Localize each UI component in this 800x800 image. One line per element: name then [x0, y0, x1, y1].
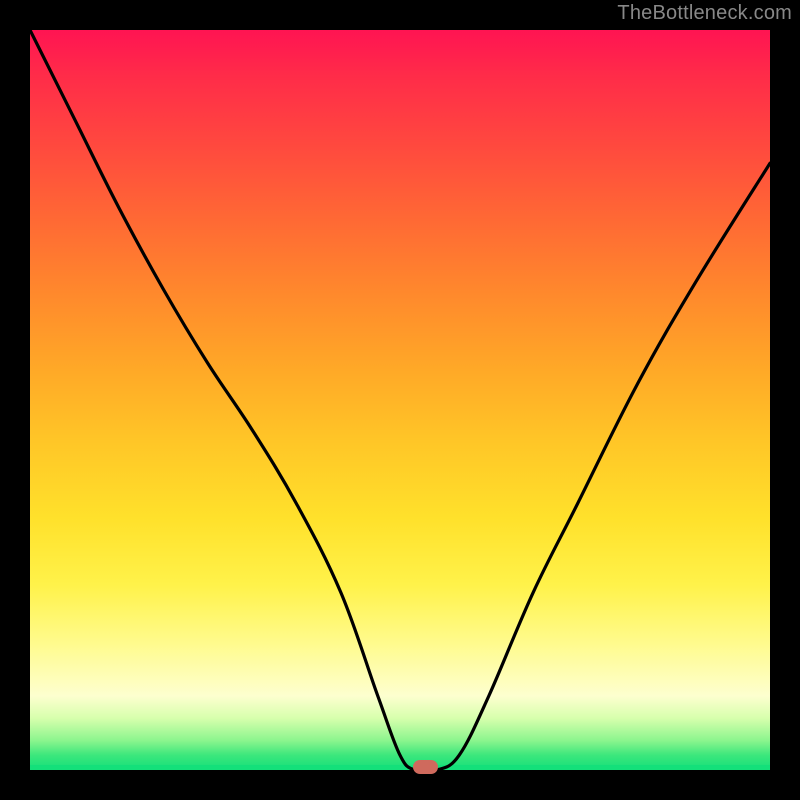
- chart-frame: TheBottleneck.com: [0, 0, 800, 800]
- plot-area: [30, 30, 770, 770]
- curve-svg: [30, 30, 770, 770]
- optimum-marker: [413, 760, 438, 774]
- bottleneck-curve: [30, 30, 770, 770]
- watermark-text: TheBottleneck.com: [617, 2, 792, 25]
